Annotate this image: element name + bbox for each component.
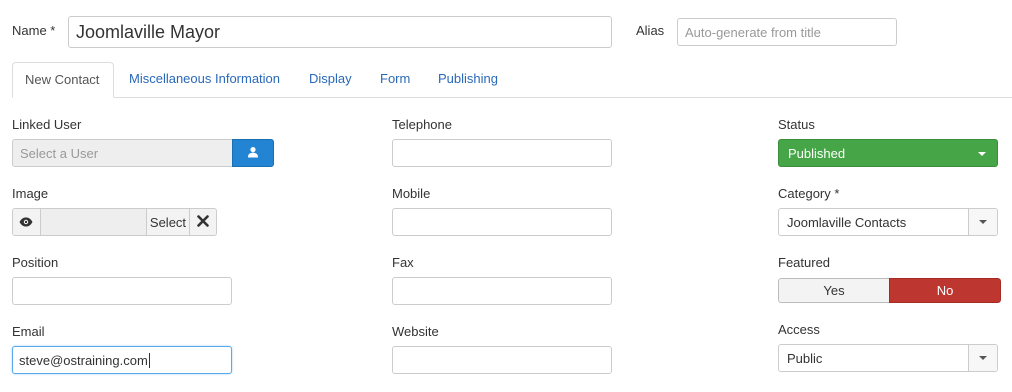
chevron-down-icon <box>978 152 986 156</box>
email-label: Email <box>12 324 45 339</box>
user-icon <box>247 146 259 161</box>
image-preview-button[interactable] <box>13 209 41 235</box>
telephone-input[interactable] <box>392 139 612 167</box>
select-user-button[interactable] <box>232 139 274 167</box>
email-value: steve@ostraining.com <box>19 352 148 368</box>
featured-no-button[interactable]: No <box>889 278 1001 303</box>
alias-label: Alias <box>636 23 665 38</box>
tab-publishing[interactable]: Publishing <box>426 62 510 98</box>
alias-input[interactable]: Auto-generate from title <box>677 18 897 46</box>
access-dropdown-toggle[interactable] <box>968 345 997 371</box>
website-input[interactable] <box>392 346 612 374</box>
email-input[interactable]: steve@ostraining.com <box>12 346 232 374</box>
image-label: Image <box>12 186 49 201</box>
image-path-field <box>40 209 146 235</box>
featured-yes-button[interactable]: Yes <box>778 278 889 303</box>
name-input-value: Joomlaville Mayor <box>76 21 221 42</box>
position-input[interactable] <box>12 277 232 305</box>
status-value: Published <box>788 145 846 161</box>
featured-label: Featured <box>778 255 831 270</box>
linked-user-field[interactable]: Select a User <box>12 139 233 167</box>
mobile-input[interactable] <box>392 208 612 236</box>
name-label: Name * <box>12 23 56 38</box>
website-label: Website <box>392 324 439 339</box>
tab-form[interactable]: Form <box>368 62 422 98</box>
tab-new-contact[interactable]: New Contact <box>12 62 114 98</box>
linked-user-placeholder: Select a User <box>20 145 99 161</box>
image-clear-button[interactable] <box>189 209 216 235</box>
category-value: Joomlaville Contacts <box>787 214 907 230</box>
text-cursor <box>148 352 150 368</box>
category-label: Category * <box>778 186 840 201</box>
mobile-label: Mobile <box>392 186 431 201</box>
status-select[interactable]: Published <box>778 139 998 167</box>
tab-display[interactable]: Display <box>297 62 364 98</box>
tab-miscellaneous-information[interactable]: Miscellaneous Information <box>117 62 292 98</box>
category-select[interactable]: Joomlaville Contacts <box>778 208 998 236</box>
position-label: Position <box>12 255 59 270</box>
telephone-label: Telephone <box>392 117 452 132</box>
featured-toggle: Yes No <box>778 278 1001 303</box>
access-value: Public <box>787 350 823 366</box>
close-icon <box>197 214 209 230</box>
access-label: Access <box>778 322 820 337</box>
chevron-down-icon <box>979 220 987 224</box>
fax-input[interactable] <box>392 277 612 305</box>
category-dropdown-toggle[interactable] <box>968 209 997 235</box>
linked-user-label: Linked User <box>12 117 82 132</box>
name-input[interactable]: Joomlaville Mayor <box>68 16 612 48</box>
status-label: Status <box>778 117 815 132</box>
image-field-group: Select <box>12 208 217 236</box>
fax-label: Fax <box>392 255 414 270</box>
eye-icon <box>19 215 33 230</box>
image-select-button[interactable]: Select <box>145 209 190 235</box>
chevron-down-icon <box>979 356 987 360</box>
access-select[interactable]: Public <box>778 344 998 372</box>
alias-placeholder: Auto-generate from title <box>685 24 821 40</box>
